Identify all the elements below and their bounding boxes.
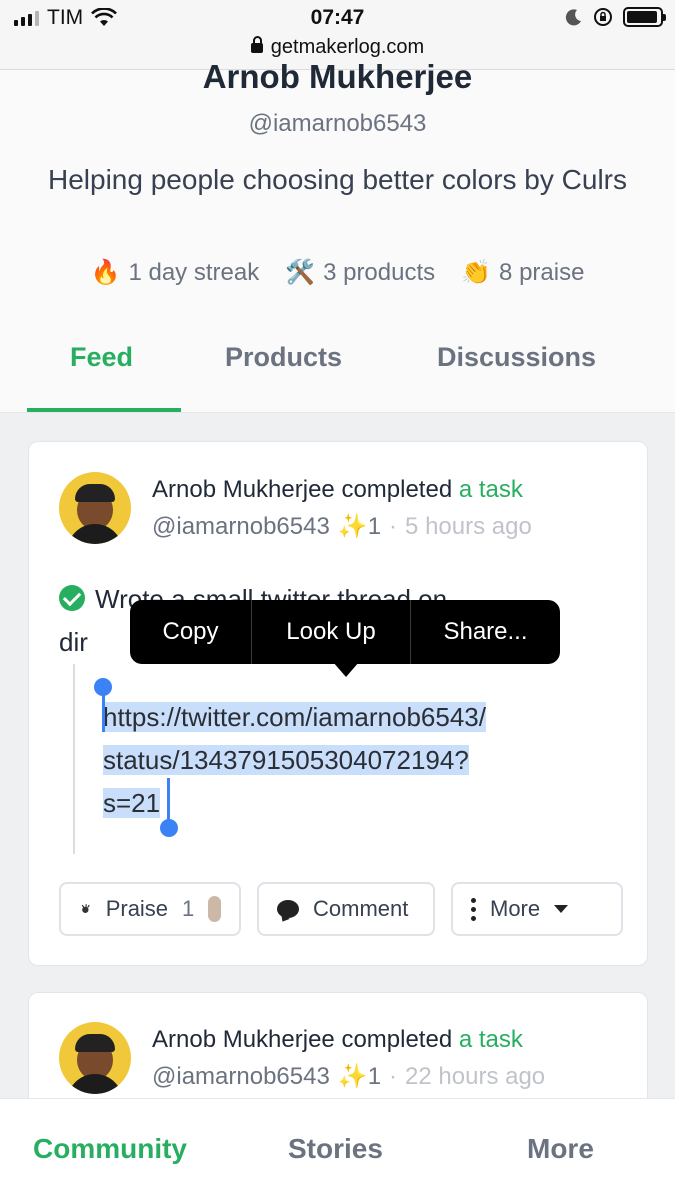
post-object-link[interactable]: a task [459,1026,523,1053]
check-circle-icon [59,585,85,611]
post-meta: @iamarnob6543 ✨1 · 5 hours ago [152,512,532,541]
sparkle-badge: ✨1 [337,513,382,540]
profile-tabs: Feed Products Discussions [0,330,675,413]
post-actions: Praise 1 Comment More [59,882,623,936]
profile-stats: 🔥 1 day streak 🛠️ 3 products 👏 8 praise [0,258,675,287]
copy-menu-item[interactable]: Copy [130,600,251,664]
tab-products[interactable]: Products [225,342,342,373]
profile-bio: Helping people choosing better colors by… [48,164,627,195]
address-bar[interactable]: getmakerlog.com [0,36,675,59]
active-tab-indicator [27,408,181,412]
avatar[interactable] [59,1022,131,1094]
nav-community[interactable]: Community [33,1133,187,1165]
profile-name: Arnob Mukherjee [202,58,473,95]
products-label: 3 products [323,258,436,286]
post-time: 5 hours ago [405,512,532,540]
praise-stat: 👏 8 praise [461,258,584,287]
context-menu-arrow [333,662,359,677]
profile-header: Arnob Mukherjee @iamarnob6543 Helping pe… [0,58,675,413]
tweet-link[interactable]: https://twitter.com/iamarnob6543/ status… [103,696,591,825]
nav-more[interactable]: More [527,1133,594,1165]
profile-handle: @iamarnob6543 [248,110,427,137]
url-text: getmakerlog.com [270,36,425,58]
praise-count: 1 [182,896,195,921]
quote-border [73,664,75,854]
task-line-2: dir [59,627,88,657]
post-object-link[interactable]: a task [459,476,523,503]
nav-stories[interactable]: Stories [288,1133,383,1165]
products-stat[interactable]: 🛠️ 3 products [285,258,435,287]
link-line-3: s=21 [103,788,161,818]
selection-end-handle[interactable] [160,819,178,837]
post-headline: Arnob Mukherjee completed a task [152,1026,523,1054]
post-author[interactable]: Arnob Mukherjee [152,1026,335,1053]
praiser-avatar [208,896,221,922]
praise-label: 8 praise [499,258,585,286]
selection-context-menu: Copy Look Up Share... [130,600,560,664]
moon-icon [565,9,581,26]
post-headline: Arnob Mukherjee completed a task [152,476,523,504]
chevron-down-icon [554,905,569,913]
more-button-label: More [490,896,541,921]
lock-icon [250,36,263,53]
post-handle[interactable]: @iamarnob6543 [152,513,330,541]
comment-icon [277,900,299,918]
post-verb: completed [341,1026,453,1053]
battery-icon [623,7,666,27]
post-verb: completed [341,476,453,503]
orientation-lock-icon [594,8,612,26]
streak-stat: 🔥 1 day streak [91,258,260,287]
comment-button-label: Comment [313,896,409,921]
streak-label: 1 day streak [128,258,260,286]
selection-end-bar [167,778,170,822]
tab-feed[interactable]: Feed [70,342,133,373]
separator-dot: · [389,512,398,540]
kebab-icon [471,897,476,921]
sparkle-badge: ✨1 [337,1063,382,1090]
separator-dot: · [389,1062,398,1090]
share-menu-item[interactable]: Share... [411,600,560,664]
post-time: 22 hours ago [405,1062,546,1090]
more-button[interactable]: More [451,882,623,936]
praise-button-label: Praise [105,896,169,921]
tab-discussions[interactable]: Discussions [437,342,596,373]
post-meta: @iamarnob6543 ✨1 · 22 hours ago [152,1062,545,1091]
praise-icon [81,904,90,913]
avatar[interactable] [59,472,131,544]
link-line-1: https://twitter.com/iamarnob6543/ [103,702,486,732]
post-author[interactable]: Arnob Mukherjee [152,476,335,503]
bottom-navigation: Community Stories More [0,1098,675,1200]
look-up-menu-item[interactable]: Look Up [252,600,410,664]
post-handle[interactable]: @iamarnob6543 [152,1063,330,1091]
fire-icon: 🔥 [90,259,121,286]
selection-start-handle[interactable] [94,678,112,696]
feed-post: Arnob Mukherjee completed a task @iamarn… [28,441,648,966]
comment-button[interactable]: Comment [257,882,435,936]
praise-button[interactable]: Praise 1 [59,882,241,936]
tools-icon: 🛠️ [285,259,316,286]
link-line-2: status/1343791505304072194? [103,745,469,775]
status-right [565,7,666,27]
clapping-icon: 👏 [461,259,492,286]
